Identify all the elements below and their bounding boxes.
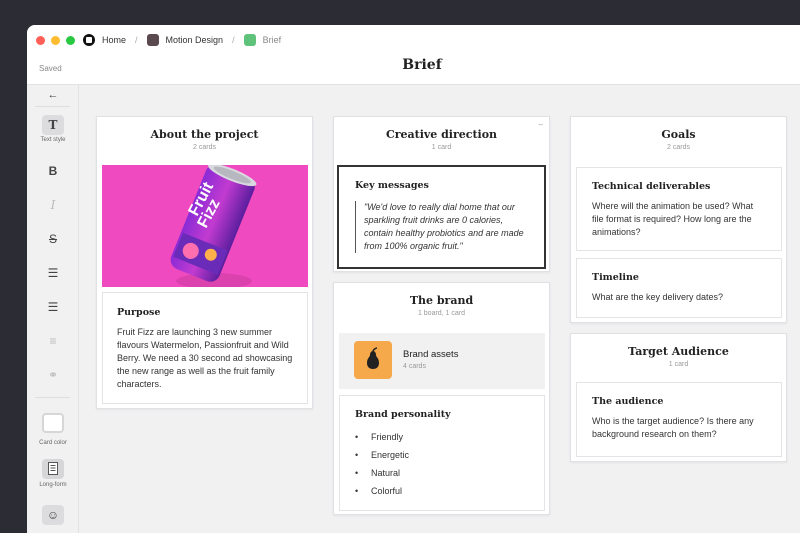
column-title: Goals	[661, 128, 696, 141]
numbered-list-icon: ☰	[47, 300, 59, 314]
back-arrow-icon: ←	[47, 89, 59, 101]
list-item: Energetic	[355, 446, 529, 464]
italic-icon: I	[50, 198, 56, 212]
long-form-button[interactable]: Long-form	[27, 459, 79, 488]
note-technical-deliverables[interactable]: Technical deliverables Where will the an…	[576, 167, 782, 251]
bullet-list-icon: ☰	[47, 266, 59, 280]
column-card-count: 1 board, 1 card	[417, 310, 466, 317]
column-card-count: 1 card	[431, 144, 452, 151]
close-window-button[interactable]	[36, 36, 45, 45]
note-body: Who is the target audience? Is there any…	[592, 416, 754, 439]
note-title: The audience	[592, 396, 664, 407]
italic-button[interactable]: I	[27, 197, 79, 213]
column-title: Creative direction	[385, 128, 498, 141]
fruit-fizz-can-image[interactable]: Fruit Fizz	[102, 165, 308, 287]
column-card-count: 1 card	[668, 361, 689, 368]
pear-icon	[354, 341, 392, 379]
column-title: Target Audience	[628, 345, 729, 358]
text-style-button[interactable]: T Text style	[27, 115, 79, 143]
note-purpose[interactable]: Purpose Fruit Fizz are launching 3 new s…	[102, 292, 308, 404]
note-title: Purpose	[117, 307, 161, 318]
numbered-list-button[interactable]: ☰	[27, 299, 79, 315]
text-style-label: Text style	[40, 137, 66, 143]
bold-icon: B	[48, 164, 58, 178]
link-button[interactable]: ⚭	[27, 367, 79, 383]
column-card-count: 2 cards	[193, 144, 216, 151]
back-button[interactable]: ←	[27, 87, 79, 103]
breadcrumb-label: Brief	[262, 35, 282, 45]
breadcrumb-label: Motion Design	[165, 35, 224, 45]
note-quote: "We'd love to really dial home that our …	[355, 201, 528, 253]
bullet-list-button[interactable]: ☰	[27, 265, 79, 281]
column-creative-direction[interactable]: Creative direction 1 card – Key messages…	[333, 116, 550, 272]
breadcrumb-home[interactable]: Home	[83, 34, 126, 46]
column-card-count: 2 cards	[667, 144, 690, 151]
note-the-audience[interactable]: The audience Who is the target audience?…	[576, 382, 782, 457]
align-icon: ≡	[49, 334, 57, 348]
title-bar: Home / Motion Design / Brief Saved Brief	[27, 25, 800, 85]
emoji-icon: ☺	[42, 505, 64, 525]
note-title: Brand personality	[355, 409, 451, 420]
strikethrough-button[interactable]: S	[27, 231, 79, 247]
note-title: Key messages	[355, 180, 429, 191]
note-timeline[interactable]: Timeline What are the key delivery dates…	[576, 258, 782, 318]
card-color-button[interactable]: Card color	[27, 413, 79, 446]
formatting-toolbar: ← T Text style B I S ☰ ☰ ≡ ⚭ Card color …	[27, 85, 79, 533]
breadcrumb-separator: /	[135, 35, 138, 45]
column-goals[interactable]: Goals 2 cards Technical deliverables Whe…	[570, 116, 787, 323]
bold-button[interactable]: B	[27, 163, 79, 179]
column-target-audience[interactable]: Target Audience 1 card The audience Who …	[570, 333, 787, 462]
note-title: Technical deliverables	[592, 181, 711, 192]
column-about-the-project[interactable]: About the project 2 cards Fruit Fizz Pur…	[96, 116, 313, 409]
note-body: Where will the animation be used? What f…	[592, 201, 754, 237]
minimize-window-button[interactable]	[51, 36, 60, 45]
list-item: Friendly	[355, 428, 529, 446]
card-color-label: Card color	[39, 440, 67, 446]
long-form-label: Long-form	[39, 482, 67, 488]
column-title: About the project	[150, 128, 259, 141]
board-icon	[243, 34, 256, 46]
window-controls	[36, 36, 75, 45]
toolbar-divider	[35, 106, 70, 107]
emoji-button[interactable]: ☺	[27, 505, 79, 525]
breadcrumb-brief[interactable]: Brief	[243, 34, 282, 46]
page-title[interactable]: Brief	[27, 57, 800, 73]
board-card-count: 4 cards	[403, 363, 426, 370]
document-icon	[42, 459, 64, 479]
note-brand-personality[interactable]: Brand personality Friendly Energetic Nat…	[339, 395, 545, 511]
board-icon	[146, 34, 159, 46]
breadcrumb-separator: /	[232, 35, 235, 45]
align-button[interactable]: ≡	[27, 333, 79, 349]
link-icon: ⚭	[47, 368, 59, 382]
app-window: Home / Motion Design / Brief Saved Brief…	[27, 25, 800, 533]
column-the-brand[interactable]: The brand 1 board, 1 card Brand assets 4…	[333, 282, 550, 515]
list-item: Colorful	[355, 482, 529, 500]
collapse-icon[interactable]: –	[539, 120, 543, 129]
note-body: What are the key delivery dates?	[592, 292, 724, 302]
list-item: Natural	[355, 464, 529, 482]
text-style-icon: T	[42, 115, 64, 135]
personality-list: Friendly Energetic Natural Colorful	[355, 428, 529, 500]
toolbar-divider	[35, 397, 70, 398]
strikethrough-icon: S	[48, 232, 57, 246]
card-color-swatch-icon	[42, 413, 64, 433]
milanote-logo-icon	[83, 34, 95, 46]
note-title: Timeline	[592, 272, 639, 283]
note-body: Fruit Fizz are launching 3 new summer fl…	[117, 327, 293, 389]
board-title: Brand assets	[403, 349, 459, 360]
column-title: The brand	[409, 294, 474, 307]
breadcrumb-motion-design[interactable]: Motion Design	[146, 34, 224, 46]
maximize-window-button[interactable]	[66, 36, 75, 45]
breadcrumb-label: Home	[102, 35, 127, 45]
note-key-messages[interactable]: Key messages "We'd love to really dial h…	[337, 165, 546, 269]
breadcrumb: Home / Motion Design / Brief	[83, 34, 281, 46]
board-brand-assets[interactable]: Brand assets 4 cards	[339, 333, 545, 389]
